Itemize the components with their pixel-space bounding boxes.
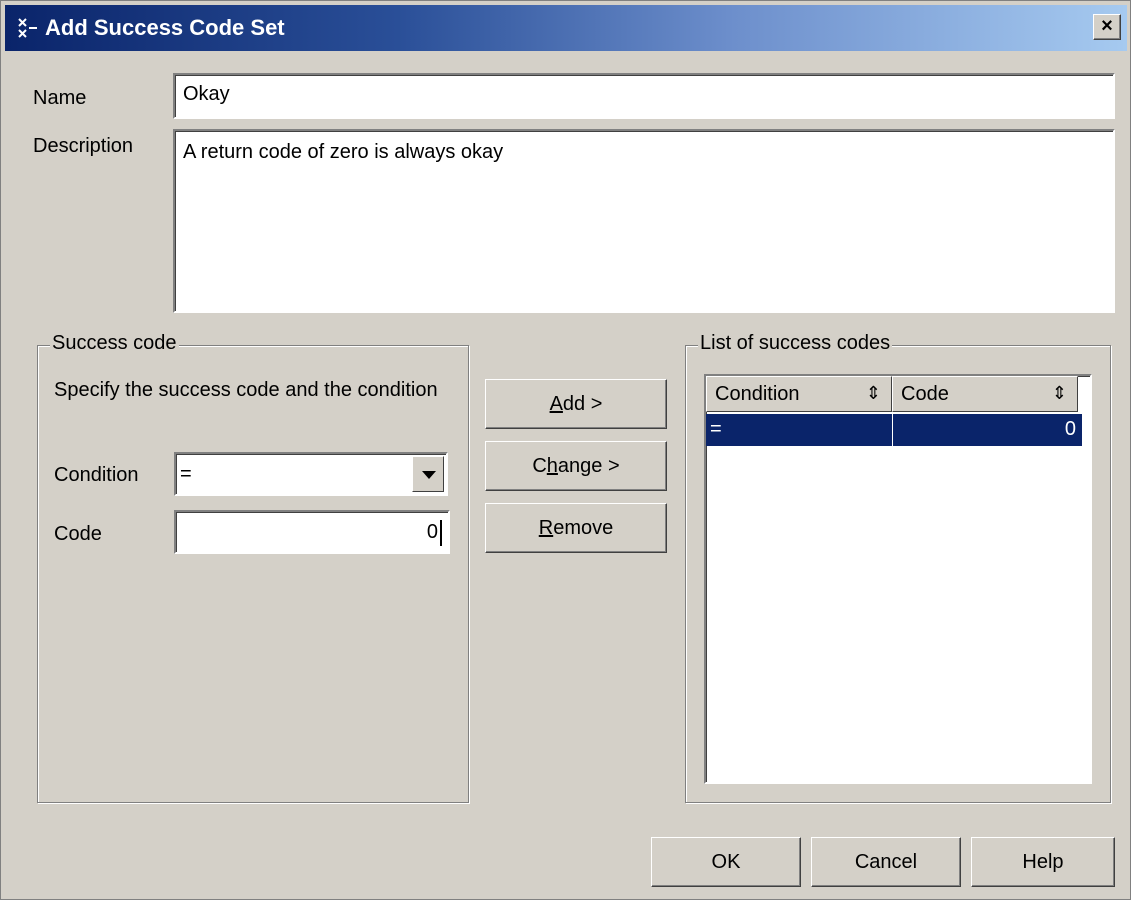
table-row[interactable]: = 0: [706, 414, 1082, 446]
close-button[interactable]: ×: [1093, 14, 1121, 40]
cancel-button[interactable]: Cancel: [811, 837, 961, 887]
column-header-condition-label: Condition: [715, 383, 800, 405]
help-button[interactable]: Help: [971, 837, 1115, 887]
success-code-list-title: List of success codes: [698, 332, 893, 355]
code-input[interactable]: 0: [174, 510, 450, 554]
text-cursor: [440, 520, 442, 546]
column-header-condition[interactable]: Condition ⇕: [706, 376, 892, 412]
cell-divider: [892, 414, 893, 446]
help-button-label: Help: [1022, 850, 1064, 873]
name-label: Name: [33, 87, 87, 109]
add-button-mnemonic: A: [549, 392, 563, 415]
add-button[interactable]: Add >: [485, 379, 667, 429]
dialog-window: Add Success Code Set × Name Okay Descrip…: [0, 0, 1131, 900]
condition-dropdown-value: =: [180, 463, 192, 485]
name-input[interactable]: Okay: [173, 73, 1115, 119]
condition-label: Condition: [54, 464, 139, 486]
success-code-table[interactable]: Condition ⇕ Code ⇕ = 0: [704, 374, 1092, 784]
success-code-list-group: List of success codes Condition ⇕ Code ⇕…: [685, 332, 1111, 803]
app-icon: [18, 18, 37, 38]
dialog-title: Add Success Code Set: [45, 15, 285, 40]
ok-button[interactable]: OK: [651, 837, 801, 887]
success-code-group-title: Success code: [50, 332, 179, 355]
condition-dropdown[interactable]: =: [174, 452, 448, 496]
code-input-value: 0: [426, 521, 438, 543]
close-icon: ×: [1101, 15, 1113, 37]
row-code: 0: [1064, 418, 1076, 440]
title-bar[interactable]: Add Success Code Set ×: [5, 5, 1127, 51]
change-button-mnemonic: h: [546, 454, 558, 477]
row-condition: =: [710, 418, 722, 440]
add-button-label: dd >: [562, 392, 603, 415]
change-button-label-start: C: [532, 454, 547, 477]
remove-button-label: emove: [553, 516, 614, 539]
description-textarea[interactable]: A return code of zero is always okay: [173, 129, 1115, 313]
code-label: Code: [54, 523, 102, 545]
remove-button[interactable]: Remove: [485, 503, 667, 553]
success-code-group: Success code Specify the success code an…: [37, 332, 469, 803]
description-textarea-value: A return code of zero is always okay: [183, 141, 504, 163]
description-label: Description: [33, 135, 134, 157]
cancel-button-label: Cancel: [854, 850, 918, 873]
change-button[interactable]: Change >: [485, 441, 667, 491]
column-header-code-label: Code: [901, 383, 949, 405]
ok-button-label: OK: [711, 850, 741, 873]
remove-button-mnemonic: R: [538, 516, 554, 539]
column-header-code[interactable]: Code ⇕: [892, 376, 1078, 412]
success-code-instructions: Specify the success code and the conditi…: [54, 379, 438, 401]
chevron-down-icon[interactable]: [412, 456, 444, 492]
change-button-label-end: ange >: [557, 454, 620, 477]
sort-icon: ⇕: [865, 383, 881, 403]
sort-icon: ⇕: [1051, 383, 1067, 403]
name-input-value: Okay: [183, 83, 230, 105]
